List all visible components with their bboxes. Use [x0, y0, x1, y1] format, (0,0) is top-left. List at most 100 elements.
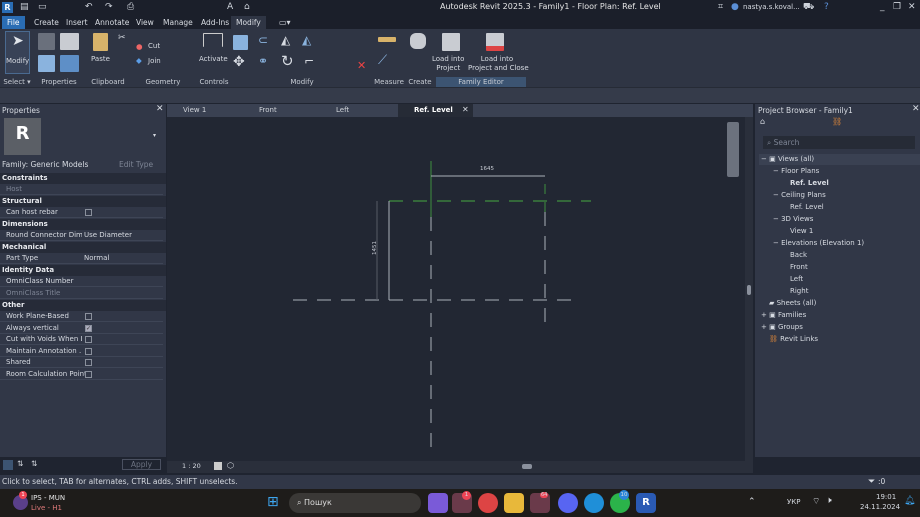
- text-icon[interactable]: A: [227, 2, 233, 12]
- tree-item-right[interactable]: Right: [790, 287, 808, 295]
- chevron-up-icon[interactable]: ⌃: [748, 497, 756, 507]
- tab-add-ins[interactable]: Add-Ins: [196, 16, 234, 29]
- clock-time[interactable]: 19:01: [876, 493, 896, 501]
- mirror-axis-icon[interactable]: ◭: [281, 33, 290, 47]
- wifi-icon[interactable]: ⌔: [812, 496, 820, 507]
- cart-icon[interactable]: ⛟: [803, 2, 814, 13]
- binoculars-icon[interactable]: ⌗: [718, 2, 723, 12]
- type-selector[interactable]: Family: Generic Models: [2, 160, 117, 169]
- tree-item-sheets[interactable]: ▰ Sheets (all): [769, 299, 816, 307]
- panel-select[interactable]: Select ▾: [0, 77, 34, 87]
- visual-style-icon[interactable]: ⬡: [227, 461, 234, 470]
- align-icon[interactable]: [233, 35, 248, 50]
- measure-icon[interactable]: ⟋: [378, 53, 387, 68]
- section-dimensions[interactable]: Dimensions: [0, 219, 166, 230]
- room-calc-checkbox[interactable]: [85, 371, 92, 378]
- restore-button[interactable]: ❐: [893, 2, 901, 12]
- tree-item-ref-level-ceiling[interactable]: Ref. Level: [790, 203, 824, 211]
- tree-item-ceiling-plans[interactable]: − Ceiling Plans: [773, 191, 826, 199]
- minimize-button[interactable]: _: [880, 2, 885, 12]
- revit-taskbar-icon[interactable]: R: [636, 493, 656, 513]
- chrome-icon[interactable]: [478, 493, 498, 513]
- prop-value[interactable]: Use Diameter: [84, 230, 132, 241]
- navigation-bar[interactable]: [727, 122, 739, 177]
- redo-icon[interactable]: ↷: [105, 2, 113, 12]
- activate-icon[interactable]: [203, 33, 223, 47]
- clock-date[interactable]: 24.11.2024: [860, 503, 900, 511]
- sort-descending-icon[interactable]: ⇅: [31, 459, 37, 468]
- discord-icon[interactable]: [558, 493, 578, 513]
- cut-clip-icon[interactable]: ✂: [118, 33, 126, 43]
- modify-button[interactable]: ➤ Modify: [5, 31, 30, 74]
- tree-item-families[interactable]: + ▣ Families: [761, 311, 806, 319]
- trim-icon[interactable]: ⌐: [304, 54, 314, 68]
- teams-icon[interactable]: 1: [452, 491, 472, 513]
- scale-selector[interactable]: 1 : 20: [182, 462, 201, 470]
- section-identity-data[interactable]: Identity Data: [0, 265, 166, 276]
- type-properties-icon[interactable]: [60, 55, 79, 72]
- open-icon[interactable]: ▤: [20, 2, 29, 12]
- cut-button[interactable]: Cut: [148, 42, 160, 50]
- home-icon[interactable]: ⌂: [760, 117, 765, 126]
- tab-view[interactable]: View: [131, 16, 159, 29]
- aligned-dimension-icon[interactable]: [378, 37, 396, 42]
- edit-type-button[interactable]: Edit Type: [119, 160, 153, 169]
- file-explorer-icon[interactable]: [504, 493, 524, 513]
- shared-checkbox[interactable]: [85, 359, 92, 366]
- panel-toggle-icon[interactable]: ▭▾: [279, 18, 291, 27]
- dimension-horizontal[interactable]: 1645: [480, 166, 494, 172]
- edge-icon[interactable]: [584, 493, 604, 513]
- tab-annotate[interactable]: Annotate: [90, 16, 134, 29]
- browser-search-input[interactable]: ⌕ Search: [763, 136, 915, 149]
- family-types-icon[interactable]: [60, 33, 79, 50]
- section-mechanical[interactable]: Mechanical: [0, 242, 166, 253]
- close-icon[interactable]: ✕: [156, 104, 164, 114]
- tree-item-back[interactable]: Back: [790, 251, 807, 259]
- link-icon[interactable]: ⛓: [832, 117, 842, 126]
- paste-label[interactable]: Paste: [91, 55, 110, 63]
- notification-bell-icon[interactable]: 🔔︎: [904, 496, 915, 506]
- drawing-canvas[interactable]: 1645 1451: [167, 117, 745, 461]
- copy-icon[interactable]: ⚭: [258, 54, 268, 68]
- help-icon[interactable]: ?: [824, 2, 829, 12]
- rotate-icon[interactable]: ↻: [281, 52, 294, 70]
- detail-level-icon[interactable]: [214, 462, 222, 470]
- maintain-annotation-checkbox[interactable]: [85, 348, 92, 355]
- tree-item-groups[interactable]: + ▣ Groups: [761, 323, 803, 331]
- scrollbar-thumb[interactable]: [747, 285, 751, 295]
- save-icon[interactable]: ▭: [38, 2, 47, 12]
- work-plane-checkbox[interactable]: [85, 313, 92, 320]
- activate-button[interactable]: Activate: [199, 55, 228, 63]
- section-constraints[interactable]: Constraints: [0, 173, 166, 184]
- delete-icon[interactable]: ✕: [357, 59, 366, 72]
- mirror-draw-icon[interactable]: ◭: [302, 33, 311, 47]
- print-icon[interactable]: ⎙: [127, 2, 134, 12]
- close-tab-icon[interactable]: ✕: [462, 105, 469, 114]
- categorized-sort-icon[interactable]: [3, 460, 13, 470]
- tab-view-1[interactable]: View 1: [167, 104, 235, 117]
- close-icon[interactable]: ✕: [912, 104, 920, 114]
- tree-item-views[interactable]: − ▣ Views (all): [761, 155, 814, 163]
- dimension-vertical[interactable]: 1451: [372, 241, 378, 255]
- tree-item-left[interactable]: Left: [790, 275, 803, 283]
- move-icon[interactable]: ✥: [233, 54, 245, 70]
- can-host-rebar-checkbox[interactable]: [85, 209, 92, 216]
- paste-icon[interactable]: [93, 33, 108, 51]
- tree-item-floor-plans[interactable]: − Floor Plans: [773, 167, 819, 175]
- section-structural[interactable]: Structural: [0, 196, 166, 207]
- revit-logo[interactable]: R: [2, 2, 13, 13]
- tab-modify[interactable]: Modify: [231, 16, 266, 29]
- language-indicator[interactable]: УКР: [787, 498, 800, 506]
- load-into-project-close-button[interactable]: Load into Project and Close: [468, 55, 529, 73]
- copilot-icon[interactable]: [428, 493, 448, 513]
- tree-item-front[interactable]: Front: [790, 263, 808, 271]
- telegram-icon[interactable]: 64: [530, 492, 550, 513]
- always-vertical-checkbox[interactable]: ✓: [85, 325, 92, 332]
- windows-start-icon[interactable]: ⊞: [267, 495, 279, 509]
- create-icon[interactable]: [410, 33, 426, 49]
- load-and-close-icon[interactable]: [486, 33, 504, 51]
- tab-file[interactable]: File: [2, 16, 25, 29]
- tree-item-elevations[interactable]: − Elevations (Elevation 1): [773, 239, 864, 247]
- section-other[interactable]: Other: [0, 300, 166, 311]
- volume-muted-icon[interactable]: 🕨: [826, 496, 832, 506]
